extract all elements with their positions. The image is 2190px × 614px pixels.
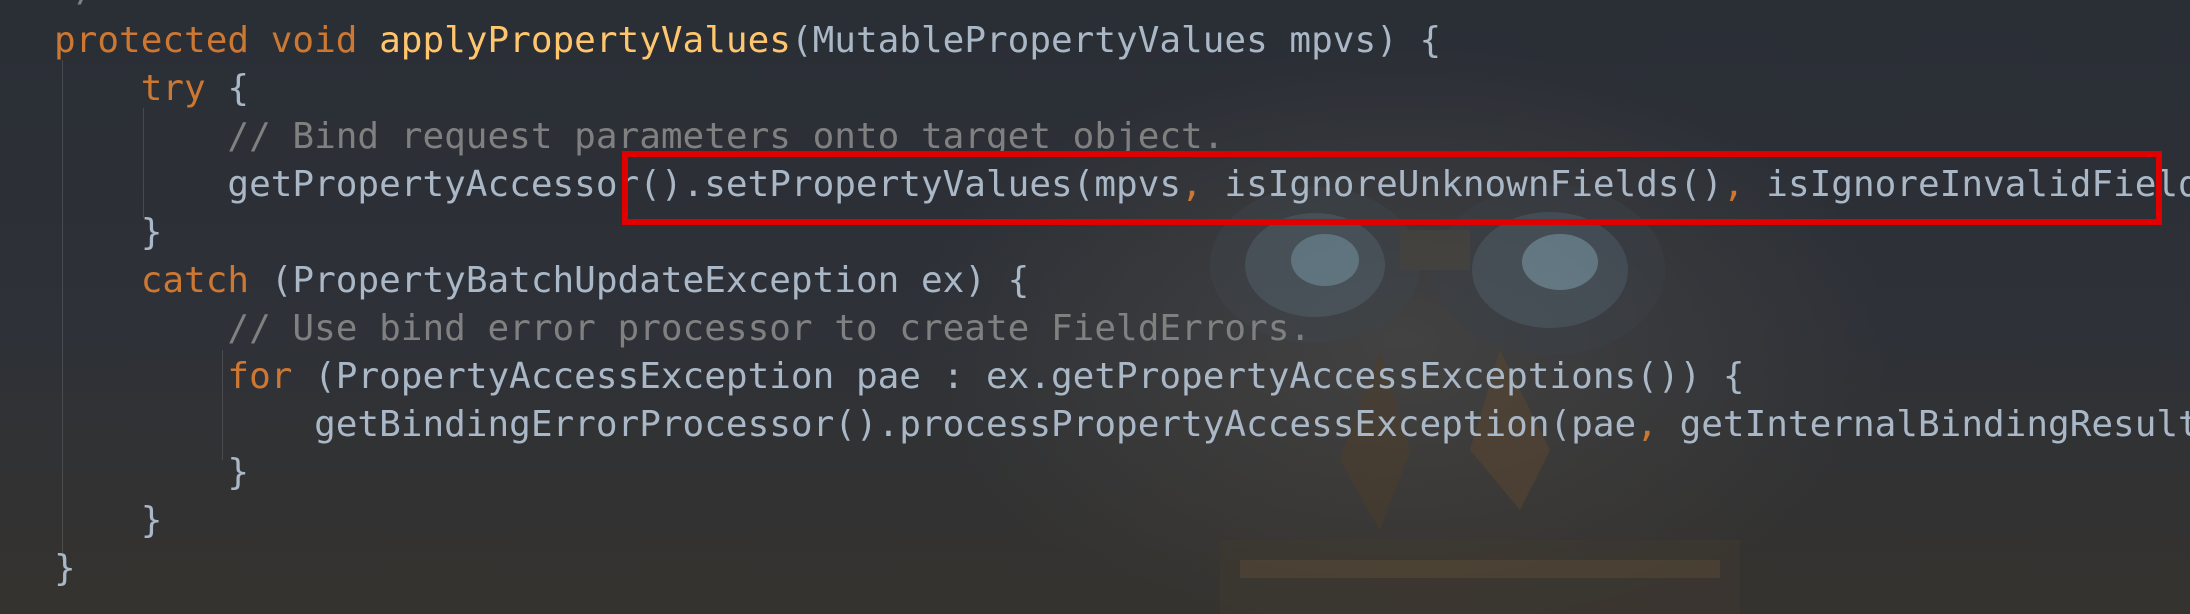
code-editor[interactable]: */ protected void applyPropertyValues(Mu… <box>0 0 2190 614</box>
code-line: } <box>54 449 249 497</box>
code-token: } <box>54 500 163 541</box>
code-token: protected void <box>54 20 380 61</box>
code-line: // Use bind error processor to create Fi… <box>54 305 1311 353</box>
code-line: } <box>54 209 163 257</box>
code-line: protected void applyPropertyValues(Mutab… <box>54 17 1441 65</box>
code-token: } <box>54 452 250 493</box>
code-token: , <box>1636 404 1680 445</box>
code-token: getBindingErrorProcessor().processProper… <box>54 404 1637 445</box>
code-token: (MutablePropertyValues mpvs) { <box>790 20 1442 61</box>
code-token: applyPropertyValues <box>379 20 791 61</box>
comment-end-fragment: */ <box>54 0 97 10</box>
code-token: // Use bind error processor to create Fi… <box>54 308 1312 349</box>
code-token: } <box>54 212 163 253</box>
code-line: getBindingErrorProcessor().processProper… <box>54 401 2190 449</box>
code-line: for (PropertyAccessException pae : ex.ge… <box>54 353 1745 401</box>
code-line: catch (PropertyBatchUpdateException ex) … <box>54 257 1030 305</box>
highlight-annotation-box <box>622 151 2162 225</box>
code-token: { <box>205 68 250 109</box>
code-token: getInternalBindingResult()) <box>1679 404 2190 445</box>
code-token: try <box>140 68 206 109</box>
code-line: try { <box>54 65 249 113</box>
code-token: catch <box>140 260 250 301</box>
code-token: (PropertyAccessException pae : ex.getPro… <box>292 356 1745 397</box>
code-line: } <box>54 497 163 545</box>
code-token: } <box>54 548 76 589</box>
code-token: (PropertyBatchUpdateException ex) { <box>249 260 1030 301</box>
code-line: } <box>54 545 76 593</box>
code-token: for <box>227 356 293 397</box>
